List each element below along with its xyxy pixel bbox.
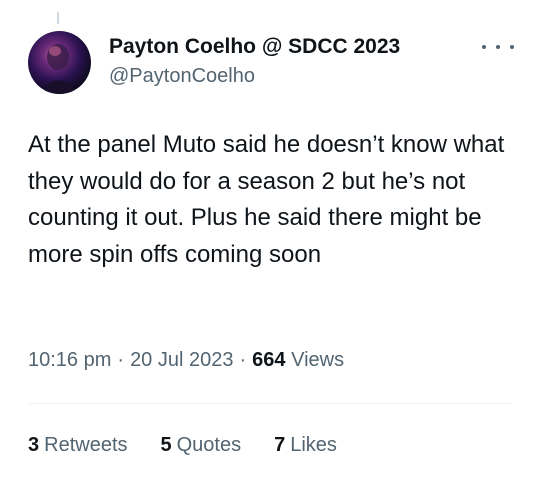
thread-connector-line bbox=[57, 12, 59, 24]
meta-separator: · bbox=[117, 349, 125, 371]
quotes-count: 5 bbox=[160, 434, 172, 456]
quotes-label: Quotes bbox=[176, 434, 242, 456]
retweets-label: Retweets bbox=[44, 434, 128, 456]
tweet-meta: 10:16 pm · 20 Jul 2023 · 664 Views bbox=[28, 347, 344, 373]
divider bbox=[28, 403, 512, 404]
likes-stat[interactable]: 7 Likes bbox=[274, 432, 337, 458]
more-icon[interactable] bbox=[482, 40, 514, 54]
quotes-stat[interactable]: 5 Quotes bbox=[161, 432, 242, 458]
views-count: 664 bbox=[252, 349, 286, 371]
meta-separator: · bbox=[239, 349, 247, 371]
tweet-detail: Payton Coelho @ SDCC 2023 @PaytonCoelho … bbox=[0, 0, 540, 483]
retweets-count: 3 bbox=[28, 434, 40, 456]
views-label: Views bbox=[291, 349, 345, 371]
author-display-name[interactable]: Payton Coelho @ SDCC 2023 bbox=[109, 34, 400, 60]
tweet-text: At the panel Muto said he doesn’t know w… bbox=[28, 131, 511, 268]
likes-label: Likes bbox=[290, 434, 337, 456]
author-info: Payton Coelho @ SDCC 2023 @PaytonCoelho bbox=[109, 34, 400, 89]
author-handle[interactable]: @PaytonCoelho bbox=[109, 63, 400, 89]
likes-count: 7 bbox=[274, 434, 286, 456]
tweet-date[interactable]: 20 Jul 2023 bbox=[130, 349, 233, 371]
avatar[interactable] bbox=[28, 31, 91, 94]
tweet-time[interactable]: 10:16 pm bbox=[28, 349, 111, 371]
retweets-stat[interactable]: 3 Retweets bbox=[28, 432, 128, 458]
tweet-stats: 3 Retweets 5 Quotes 7 Likes bbox=[28, 432, 370, 458]
